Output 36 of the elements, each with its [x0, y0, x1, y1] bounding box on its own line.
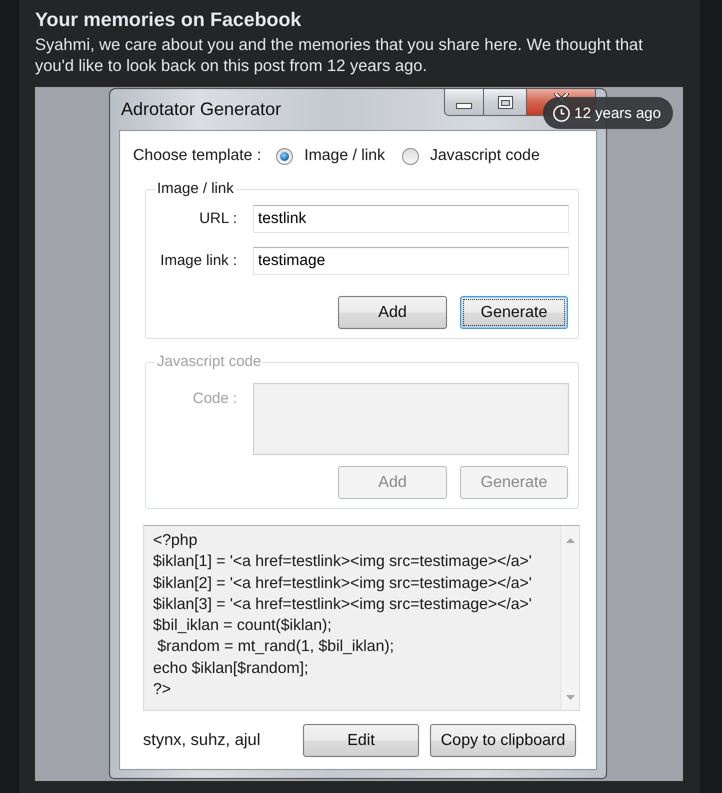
code-line: $iklan[2] = '<a href=testlink><img src=testimage></a>' — [153, 574, 533, 594]
group-label: Javascript code — [156, 353, 262, 371]
copy-button[interactable]: Copy to clipboard — [430, 724, 576, 757]
clock-icon — [553, 104, 570, 122]
template-radio[interactable]: Javascript code — [402, 147, 540, 165]
group-label: Image / link — [156, 180, 235, 198]
url-field[interactable]: testlink — [253, 205, 569, 233]
add-button[interactable]: Add — [338, 296, 447, 329]
minimize-icon — [456, 103, 472, 109]
field-label: URL : — [198, 209, 237, 229]
template-radio[interactable]: Image / link — [276, 147, 385, 165]
scrollbar[interactable] — [560, 526, 579, 710]
code-line: <?php — [153, 531, 198, 551]
memory-message: Syahmi, we care about you and the memories that you share here. We thought that you'd like to look back on this post from 12 years ago. — [35, 35, 644, 77]
code-line: echo $iklan[$random]; — [153, 658, 310, 679]
maximize-icon — [498, 96, 512, 108]
maximize-button[interactable] — [484, 89, 527, 116]
code-line: $random = mt_rand(1, $bil_iklan); — [156, 637, 396, 658]
memory-title: Your memories on Facebook — [35, 8, 302, 32]
image-link-field[interactable]: testimage — [253, 247, 569, 275]
scroll-up-icon — [566, 538, 574, 543]
generate-button[interactable]: Generate — [460, 296, 568, 329]
field-label: Image link : — [159, 251, 237, 271]
credits-text: stynx, suhz, ajul — [143, 731, 262, 750]
field-label: Code : — [192, 389, 237, 409]
code-line: $bil_iklan = count($iklan); — [153, 616, 333, 636]
code-line: $iklan[1] = '<a href=testlink><img src=testimage></a>' — [153, 552, 533, 572]
code-line: $iklan[3] = '<a href=testlink><img src=testimage></a>' — [153, 594, 533, 615]
code-output-field[interactable] — [143, 525, 580, 711]
code-line: ?> — [153, 680, 172, 700]
edit-button[interactable]: Edit — [303, 724, 419, 757]
minimize-button[interactable] — [444, 89, 484, 116]
window-title: Adrotator Generator — [121, 98, 282, 120]
template-label: Choose template : — [133, 147, 262, 165]
scroll-down-icon — [566, 695, 574, 700]
badge-text: 12 years ago — [574, 104, 661, 122]
